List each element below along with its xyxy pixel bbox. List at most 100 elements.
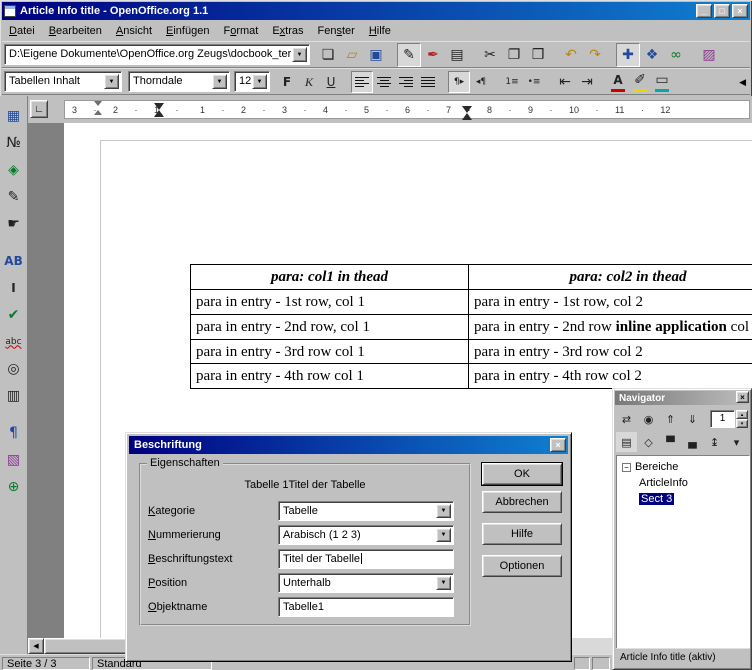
align-left-icon[interactable]: [351, 71, 373, 93]
previous-icon[interactable]: ⇑: [660, 409, 681, 429]
print-icon[interactable]: ▤: [445, 43, 469, 67]
position-combobox[interactable]: Unterhalb ▼: [278, 573, 454, 593]
status-page[interactable]: Seite 3 / 3: [2, 657, 90, 670]
numbering-icon[interactable]: 1≡: [501, 71, 523, 93]
indent-marker-bottom[interactable]: [94, 110, 102, 115]
menu-hilfe[interactable]: Hilfe: [362, 23, 398, 39]
cancel-button[interactable]: Abbrechen: [482, 491, 562, 513]
maximize-button[interactable]: □: [714, 4, 730, 18]
font-color-icon[interactable]: A: [607, 71, 629, 93]
indent-marker-top[interactable]: [94, 101, 102, 106]
url-value[interactable]: D:\Eigene Dokumente\OpenOffice.org Zeugs…: [9, 48, 291, 60]
content-view-icon[interactable]: ▤: [616, 432, 637, 452]
highlighting-icon[interactable]: ✐: [629, 71, 651, 93]
numbering-value[interactable]: Arabisch (1 2 3): [283, 529, 435, 541]
page-spinbox[interactable]: 1 ▴ ▾: [710, 410, 748, 428]
scroll-left-icon[interactable]: ◀: [28, 638, 44, 654]
copy-icon[interactable]: ❐: [502, 43, 526, 67]
caption-text-input[interactable]: Titel der Tabelle: [278, 549, 454, 569]
paragraph-style-dropdown-icon[interactable]: ▼: [104, 74, 119, 89]
align-center-icon[interactable]: [373, 71, 395, 93]
underline-icon[interactable]: U: [320, 71, 342, 93]
bullets-icon[interactable]: •≡: [523, 71, 545, 93]
paste-icon[interactable]: ❒: [526, 43, 550, 67]
paragraph-style-value[interactable]: Tabellen Inhalt: [9, 75, 103, 87]
caption-text-value[interactable]: Titel der Tabelle: [283, 553, 450, 565]
italic-icon[interactable]: K: [298, 71, 320, 93]
table-header-col1[interactable]: para: col1 in thead: [191, 265, 469, 290]
menu-einfuegen[interactable]: Einfügen: [159, 23, 216, 39]
next-icon[interactable]: ⇓: [682, 409, 703, 429]
insert-object-icon[interactable]: ◈: [2, 158, 26, 182]
table-row[interactable]: para in entry - 2nd row, col 1 para in e…: [191, 314, 752, 339]
table-header-col2[interactable]: para: col2 in thead: [469, 265, 752, 290]
font-size-dropdown-icon[interactable]: ▼: [252, 74, 267, 89]
menu-fenster[interactable]: Fenster: [311, 23, 362, 39]
font-name-combobox[interactable]: Thorndale ▼: [128, 71, 230, 92]
title-bar[interactable]: Article Info title - OpenOffice.org 1.1 …: [2, 2, 750, 20]
page-spin-value[interactable]: 1: [710, 410, 735, 428]
background-icon[interactable]: ▭: [651, 71, 673, 93]
font-size-combobox[interactable]: 12 ▼: [234, 71, 270, 92]
insert-icon[interactable]: ▦: [2, 104, 26, 128]
menu-datei[interactable]: Datei: [2, 23, 42, 39]
tree-expander-icon[interactable]: −: [622, 463, 631, 472]
direct-cursor-icon[interactable]: I: [2, 276, 26, 300]
right-to-left-icon[interactable]: ◂¶: [470, 71, 492, 93]
spin-down-icon[interactable]: ▾: [736, 419, 748, 428]
autotext-icon[interactable]: AB: [2, 249, 26, 273]
horizontal-scroll-thumb[interactable]: [44, 638, 136, 654]
navigator-icon[interactable]: ✚: [616, 43, 640, 67]
tree-item-articleinfo[interactable]: ArticleInfo: [617, 475, 749, 491]
numbering-dropdown-icon[interactable]: ▼: [436, 528, 451, 542]
footer-icon[interactable]: ▄: [682, 432, 703, 452]
font-size-value[interactable]: 12: [239, 75, 251, 87]
url-combobox[interactable]: D:\Eigene Dokumente\OpenOffice.org Zeugs…: [4, 44, 310, 65]
increase-indent-icon[interactable]: ⇥: [576, 71, 598, 93]
options-button[interactable]: Optionen: [482, 555, 562, 577]
tab-type-selector[interactable]: ∟: [30, 100, 48, 118]
table-row[interactable]: para in entry - 1st row, col 1 para in e…: [191, 290, 752, 315]
cut-icon[interactable]: ✂: [478, 43, 502, 67]
category-value[interactable]: Tabelle: [283, 505, 435, 517]
font-name-dropdown-icon[interactable]: ▼: [212, 74, 227, 89]
dialog-title-bar[interactable]: Beschriftung ×: [129, 436, 568, 454]
help-button[interactable]: Hilfe: [482, 523, 562, 545]
set-reminder-icon[interactable]: ◇: [638, 432, 659, 452]
navigation-icon[interactable]: ◉: [638, 409, 659, 429]
spellcheck-icon[interactable]: ✔: [2, 303, 26, 327]
navigator-title-bar[interactable]: Navigator: [615, 391, 749, 405]
gallery-icon[interactable]: ▨: [697, 43, 721, 67]
close-button[interactable]: ×: [732, 4, 748, 18]
online-layout-icon[interactable]: ⊕: [2, 475, 26, 499]
undo-icon[interactable]: ↶: [559, 43, 583, 67]
decrease-indent-icon[interactable]: ⇤: [554, 71, 576, 93]
menu-bearbeiten[interactable]: Bearbeiten: [42, 23, 109, 39]
data-sources-icon[interactable]: ▥: [2, 384, 26, 408]
form-functions-icon[interactable]: ☛: [2, 212, 26, 236]
tree-item-sect3[interactable]: Sect 3: [617, 491, 749, 507]
redo-icon[interactable]: ↷: [583, 43, 607, 67]
active-document-selector[interactable]: Article Info title (aktiv): [616, 648, 750, 666]
position-dropdown-icon[interactable]: ▼: [436, 576, 451, 590]
menu-format[interactable]: Format: [216, 23, 265, 39]
new-document-icon[interactable]: ❏: [316, 43, 340, 67]
insert-fields-icon[interactable]: №: [2, 131, 26, 155]
draw-functions-icon[interactable]: ✎: [2, 185, 26, 209]
spin-up-icon[interactable]: ▴: [736, 410, 748, 419]
open-document-icon[interactable]: ▱: [340, 43, 364, 67]
align-right-icon[interactable]: [395, 71, 417, 93]
font-name-value[interactable]: Thorndale: [133, 75, 211, 87]
category-dropdown-icon[interactable]: ▼: [436, 504, 451, 518]
url-dropdown-icon[interactable]: ▼: [292, 47, 307, 62]
auto-spellcheck-icon[interactable]: abc: [2, 330, 26, 354]
object-name-value[interactable]: Tabelle1: [283, 601, 450, 613]
hyperlink-icon[interactable]: ∞: [664, 43, 688, 67]
menu-ansicht[interactable]: Ansicht: [109, 23, 159, 39]
edit-file-icon[interactable]: ✎: [397, 43, 421, 67]
ok-button[interactable]: OK: [482, 463, 562, 485]
toolbar-overflow-icon[interactable]: ◀: [739, 78, 746, 87]
minimize-button[interactable]: _: [696, 4, 712, 18]
dialog-close-icon[interactable]: ×: [550, 438, 566, 452]
menu-extras[interactable]: Extras: [265, 23, 310, 39]
